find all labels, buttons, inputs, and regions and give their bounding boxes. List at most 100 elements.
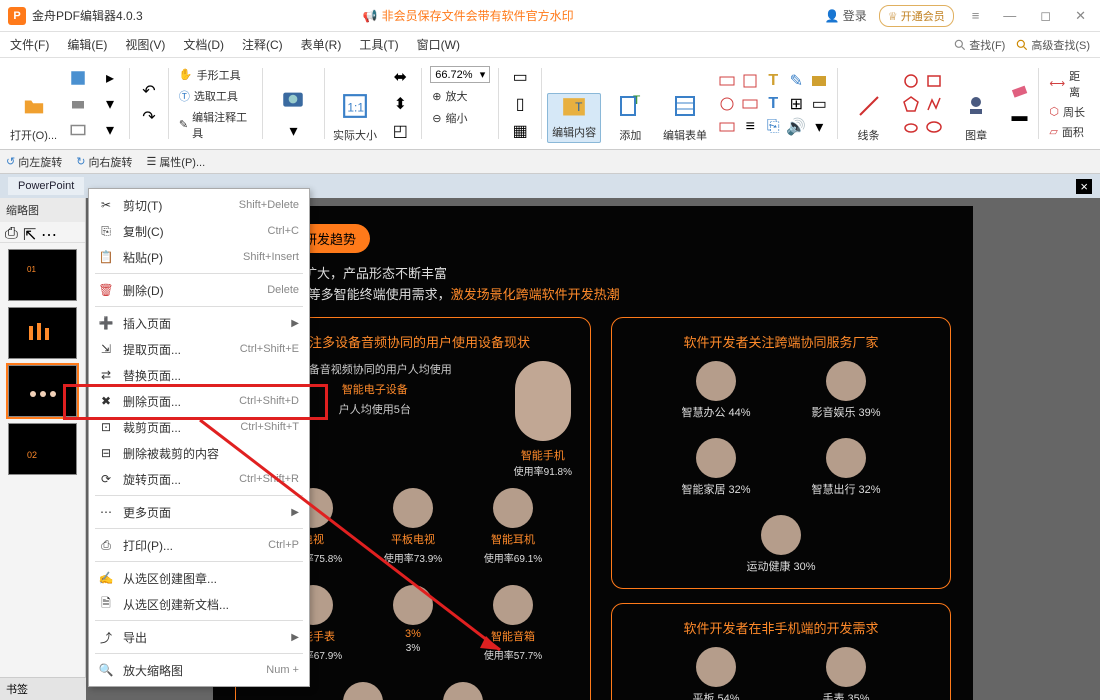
menu-document[interactable]: 文档(D) [183,36,224,53]
edit-content-tool[interactable]: T 编辑内容 [546,62,602,145]
checkbox-icon[interactable] [740,71,760,91]
thumb-page-1[interactable]: 01 [8,249,77,301]
maximize-button[interactable]: ◻ [1034,8,1057,24]
mail-icon[interactable] [65,118,91,142]
side-opts-icon[interactable]: ⋯ [41,225,55,239]
text-t-icon[interactable]: T [763,71,783,91]
side-extract-icon[interactable]: ⇱ [23,225,37,239]
highlighter-icon[interactable]: ▬ [1006,105,1032,129]
ctx-paste[interactable]: 📋粘贴(P)Shift+Insert [89,244,309,270]
tab-powerpoint[interactable]: PowerPoint [8,177,84,195]
add-tool[interactable]: T 添加 [604,62,657,145]
radio-icon[interactable] [717,94,737,114]
list-icon[interactable]: ≡ [740,117,760,137]
layout1-icon[interactable]: ▭ [507,65,533,89]
menu-icon[interactable]: ≡ [966,8,986,23]
link-icon[interactable]: ⎘ [763,117,783,137]
rotate-right-button[interactable]: ↻向右旋转 [76,154,132,170]
annotate-tool[interactable]: ✎编辑注释工具 [177,108,254,142]
find-button[interactable]: 查找(F) [953,37,1005,53]
undo-icon[interactable]: ↶ [136,79,162,103]
ctx-more[interactable]: ⋯更多页面▶ [89,499,309,525]
tab-close-icon[interactable]: × [1076,179,1092,194]
ctx-replace[interactable]: ⇄替换页面... [89,362,309,388]
polyline-icon[interactable] [924,94,944,114]
ctx-print[interactable]: ⎙打印(P)...Ctrl+P [89,532,309,558]
adv-find-button[interactable]: 高级查找(S) [1015,37,1090,53]
ctx-bigthumb[interactable]: 🔍放大缩略图Num + [89,657,309,683]
rect-icon[interactable] [924,71,944,91]
ctx-chapter[interactable]: ✍从选区创建图章... [89,565,309,591]
audio-icon[interactable]: 🔊 [786,117,806,137]
stamp-tool[interactable]: 图章 [950,62,1003,145]
fit-width-icon[interactable]: ⬌ [387,65,413,89]
save-icon[interactable] [65,66,91,90]
eraser-icon[interactable] [1006,78,1032,102]
minimize-button[interactable]: — [997,8,1022,23]
combo-icon[interactable] [740,94,760,114]
ellipse-icon[interactable] [924,117,944,137]
text2-icon[interactable]: T [763,94,783,114]
zoom-out-tool[interactable]: ⊖缩小 [430,109,490,127]
select-tool[interactable]: Ⓣ选取工具 [177,87,254,105]
ctx-delete[interactable]: 🗑删除(D)Delete [89,277,309,303]
circle-icon[interactable] [901,71,921,91]
perimeter-tool[interactable]: ⬡周长 [1047,103,1090,121]
bookmark-tab[interactable]: 书签 [0,677,86,700]
ctx-delcrop[interactable]: ⊟删除被裁剪的内容 [89,440,309,466]
snapshot-tool[interactable]: ▾ [267,62,320,145]
ctx-copy[interactable]: ⎘复制(C)Ctrl+C [89,218,309,244]
ctx-rotate[interactable]: ⟳旋转页面...Ctrl+Shift+R [89,466,309,492]
line-tool[interactable]: 线条 [842,62,895,145]
ctx-insert[interactable]: ➕插入页面▶ [89,310,309,336]
print-icon[interactable] [65,92,91,116]
image-field-icon[interactable] [809,71,829,91]
fit-page-icon[interactable]: ⬍ [387,92,413,116]
dropdown-icon[interactable]: ▾ [97,92,123,116]
menu-form[interactable]: 表单(R) [301,36,342,53]
text-field-icon[interactable] [717,71,737,91]
camera-dd-icon[interactable]: ▾ [280,119,306,143]
side-print-icon[interactable]: ⎙ [5,225,19,239]
ctx-export[interactable]: ⤴导出▶ [89,624,309,650]
ctx-cut[interactable]: ✂剪切(T)Shift+Delete [89,192,309,218]
ctx-newdoc[interactable]: 🗎从选区创建新文档... [89,591,309,617]
zoom-input[interactable]: 66.72%▾ [430,66,490,83]
vip-button[interactable]: ♕ 开通会员 [879,5,954,27]
pentagon-icon[interactable] [901,94,921,114]
menu-edit[interactable]: 编辑(E) [67,36,107,53]
thumb-page-2[interactable] [8,307,77,359]
close-button[interactable]: ✕ [1069,8,1092,24]
form-tool[interactable]: 编辑表单 [659,62,712,145]
ctx-delpage[interactable]: ✖删除页面...Ctrl+Shift+D [89,388,309,414]
ctx-extract[interactable]: ⇲提取页面...Ctrl+Shift+E [89,336,309,362]
menu-tools[interactable]: 工具(T) [359,36,398,53]
ctx-crop[interactable]: ⊡裁剪页面...Ctrl+Shift+T [89,414,309,440]
menu-window[interactable]: 窗口(W) [417,36,460,53]
area-tool[interactable]: ▱面积 [1047,123,1090,141]
fit-visible-icon[interactable]: ◰ [387,119,413,143]
redo-icon[interactable]: ↷ [136,105,162,129]
dropdown2-icon[interactable]: ▾ [97,118,123,142]
actual-size-tool[interactable]: 1:1 实际大小 [329,62,382,145]
menu-view[interactable]: 视图(V) [125,36,165,53]
thumb-page-4[interactable]: 02 [8,423,77,475]
barcode-icon[interactable]: ⊞ [786,94,806,114]
login-button[interactable]: 👤登录 [825,7,867,24]
properties-button[interactable]: ☰属性(P)... [146,154,205,170]
rotate-left-button[interactable]: ↺向左旋转 [6,154,62,170]
date-icon[interactable]: ▭ [809,94,829,114]
thumb-page-3[interactable] [8,365,77,417]
distance-tool[interactable]: ⟷距离 [1047,67,1090,101]
cloud-icon[interactable] [901,117,921,137]
scan-icon[interactable]: ▸ [97,66,123,90]
layout2-icon[interactable]: ▯ [507,92,533,116]
menu-file[interactable]: 文件(F) [10,36,49,53]
open-tool[interactable]: 打开(O)... [6,62,61,145]
zoom-in-tool[interactable]: ⊕放大 [430,87,490,105]
menu-comment[interactable]: 注释(C) [242,36,283,53]
button-icon[interactable] [717,117,737,137]
more-widgets-icon[interactable]: ▾ [809,117,829,137]
sign-icon[interactable]: ✎ [786,71,806,91]
hand-tool[interactable]: ✋手形工具 [177,66,254,84]
